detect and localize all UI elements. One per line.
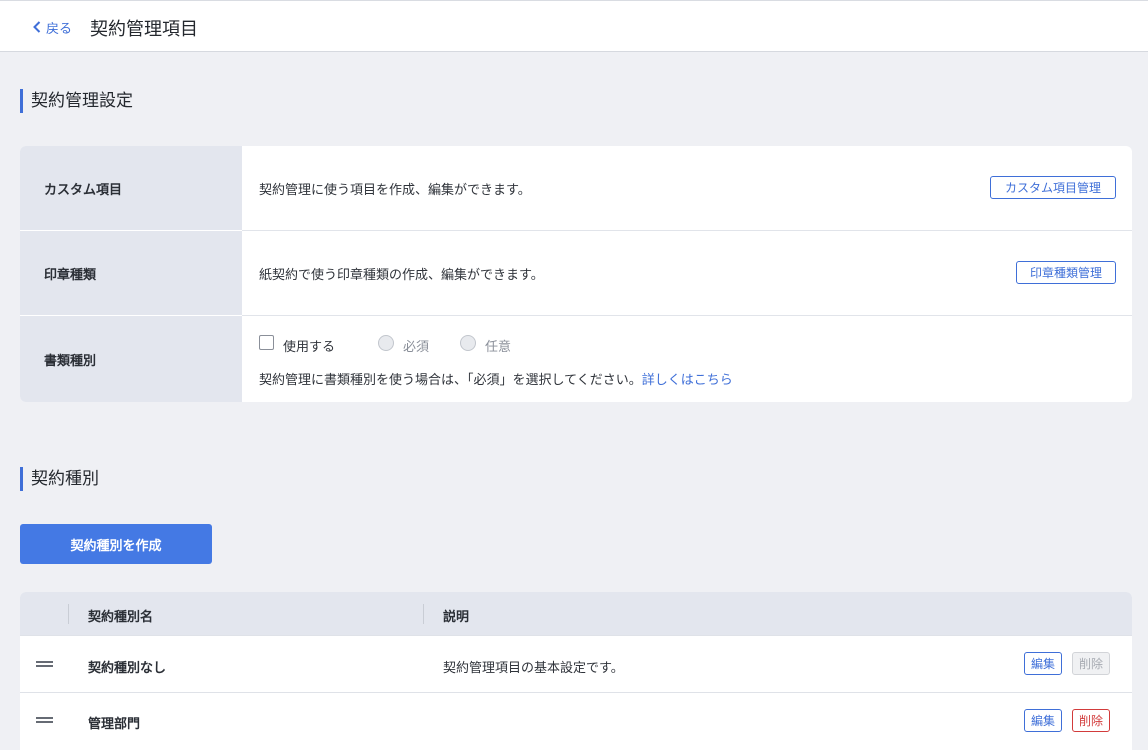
required-radio-label: 必須 [403, 340, 430, 355]
table-header: 契約種別名 説明 [20, 592, 1132, 636]
create-contract-type-button[interactable]: 契約種別を作成 [20, 524, 212, 564]
optional-radio[interactable] [460, 335, 476, 351]
details-link[interactable]: 詳しくはこちら [642, 373, 733, 388]
page-title: 契約管理項目 [90, 19, 198, 40]
column-header-description: 説明 [443, 610, 470, 625]
custom-fields-description: 契約管理に使う項目を作成、編集ができます。 [259, 183, 531, 198]
optional-radio-label: 任意 [485, 340, 512, 355]
document-types-label: 書類種別 [20, 316, 242, 402]
settings-row-document-types: 書類種別 使用する 必須 任意 契約管理に書類種別を使う場合は、「必須」を選択し… [20, 316, 1132, 402]
contract-types-section-title: 契約種別 [20, 467, 99, 491]
drag-handle-icon[interactable] [36, 717, 53, 723]
drag-handle-icon[interactable] [36, 661, 53, 667]
delete-button[interactable]: 削除 [1072, 709, 1111, 732]
settings-panel: カスタム項目 契約管理に使う項目を作成、編集ができます。 カスタム項目管理 印章… [20, 146, 1132, 402]
settings-row-seal-types: 印章種類 紙契約で使う印章種類の作成、編集ができます。 印章種類管理 [20, 231, 1132, 315]
chevron-left-icon [33, 21, 41, 33]
document-types-note-line: 契約管理に書類種別を使う場合は、「必須」を選択してください。詳しくはこちら [259, 369, 733, 388]
custom-fields-manage-button[interactable]: カスタム項目管理 [990, 176, 1116, 199]
edit-button[interactable]: 編集 [1024, 709, 1063, 732]
settings-section-title: 契約管理設定 [20, 89, 133, 113]
back-link[interactable]: 戻る [33, 17, 72, 37]
use-document-types-label: 使用する [283, 340, 336, 355]
contract-type-name: 管理部門 [88, 717, 141, 732]
contract-types-table: 契約種別名 説明 契約種別なし 契約管理項目の基本設定です。 編集 削除 管理部… [20, 592, 1132, 750]
document-types-note: 契約管理に書類種別を使う場合は、「必須」を選択してください。 [259, 373, 642, 388]
edit-button[interactable]: 編集 [1024, 652, 1063, 675]
column-divider [68, 604, 69, 624]
back-link-label: 戻る [46, 21, 73, 37]
contract-type-description: 契約管理項目の基本設定です。 [443, 661, 624, 676]
table-row: 管理部門 編集 削除 [20, 692, 1132, 749]
delete-button[interactable]: 削除 [1072, 652, 1111, 675]
custom-fields-label: カスタム項目 [20, 146, 242, 230]
required-radio[interactable] [378, 335, 394, 351]
use-document-types-checkbox[interactable] [259, 335, 274, 350]
seal-types-manage-button[interactable]: 印章種類管理 [1016, 261, 1116, 284]
top-bar: 戻る 契約管理項目 [0, 0, 1148, 52]
column-header-name: 契約種別名 [88, 610, 154, 625]
seal-types-label: 印章種類 [20, 231, 242, 315]
table-row: 契約種別なし 契約管理項目の基本設定です。 編集 削除 [20, 635, 1132, 692]
settings-row-custom-fields: カスタム項目 契約管理に使う項目を作成、編集ができます。 カスタム項目管理 [20, 146, 1132, 230]
contract-type-name: 契約種別なし [88, 661, 167, 676]
column-divider [423, 604, 424, 624]
seal-types-description: 紙契約で使う印章種類の作成、編集ができます。 [259, 268, 544, 283]
